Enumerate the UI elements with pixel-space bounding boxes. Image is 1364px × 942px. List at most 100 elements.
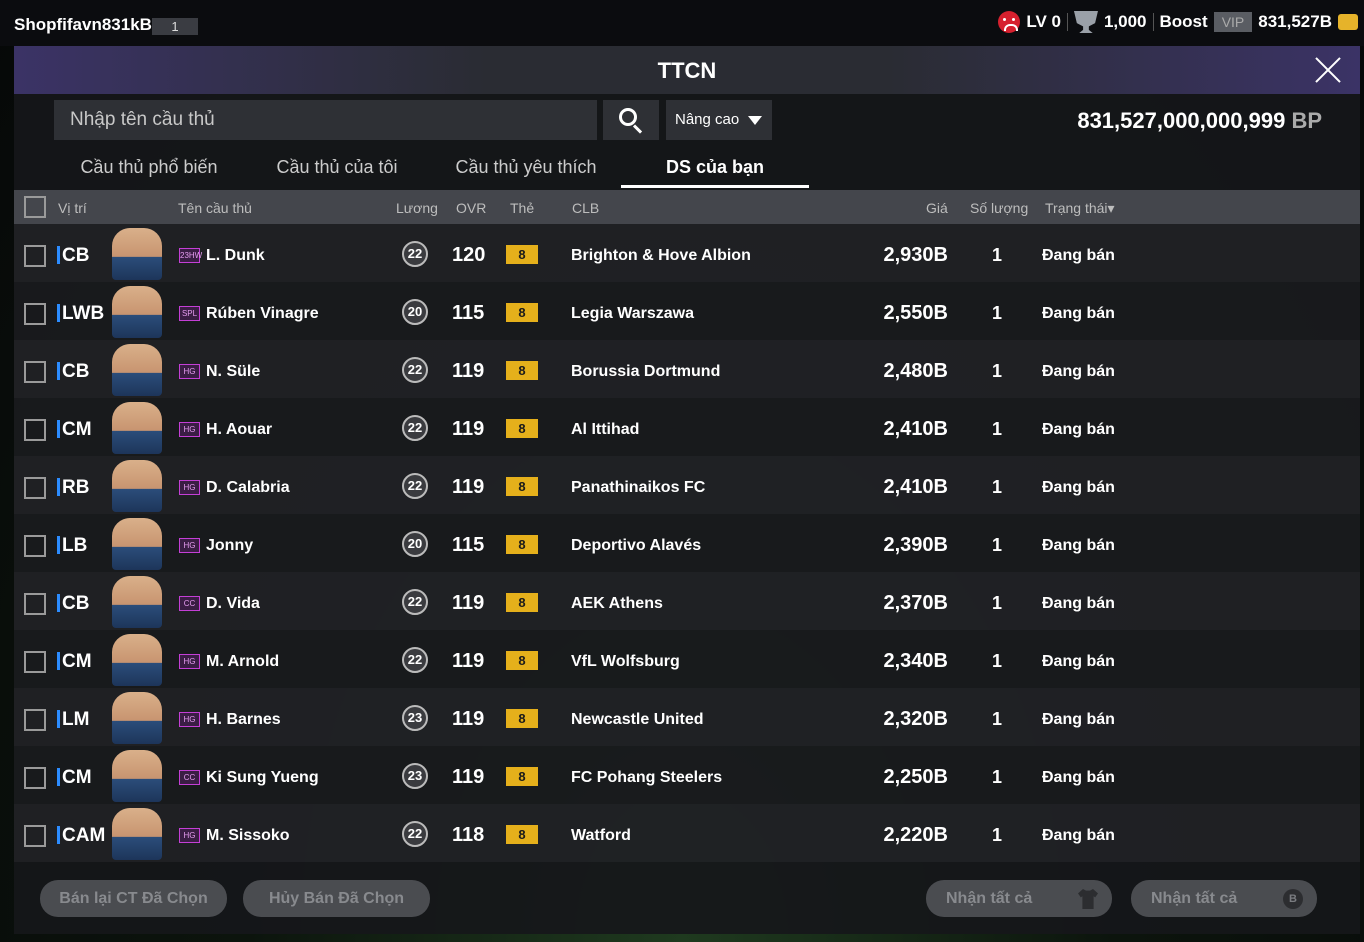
- player-club: FC Pohang Steelers: [571, 769, 723, 786]
- player-name: Rúben Vinagre: [206, 305, 319, 322]
- advanced-filter-label: Nâng cao: [675, 111, 740, 128]
- season-badge: HG: [179, 422, 200, 437]
- column-name[interactable]: Tên cầu thủ: [178, 200, 252, 216]
- player-name: Jonny: [206, 537, 254, 554]
- coin-balance: 831,527B: [1258, 12, 1332, 31]
- claim-all-players-button[interactable]: Nhận tất cả: [926, 880, 1112, 917]
- select-all-checkbox[interactable]: [24, 196, 46, 218]
- claim-all-bp-button[interactable]: Nhận tất cả B: [1131, 880, 1317, 917]
- season-badge: SPL: [179, 306, 200, 321]
- player-price: 2,930B: [883, 244, 949, 266]
- bp-balance: 831,527,000,000,999 BP: [1077, 108, 1322, 133]
- position-accent: [57, 420, 60, 438]
- player-position: LM: [62, 709, 90, 730]
- column-ovr[interactable]: OVR: [456, 200, 486, 216]
- table-row[interactable]: CB 23HW L. Dunk 22 120 8 Brighton & Hove…: [14, 224, 1360, 282]
- top-bar: Shopfifavn831kBP 1 LV 0 1,000 Boost VIP …: [0, 0, 1364, 46]
- player-price: 2,220B: [883, 824, 949, 846]
- sale-status: Đang bán: [1042, 247, 1115, 264]
- table-row[interactable]: CB CC D. Vida 22 119 8 AEK Athens 2,370B…: [14, 572, 1360, 630]
- column-club[interactable]: CLB: [572, 200, 599, 216]
- player-avatar: [112, 576, 162, 628]
- level-label: LV 0: [1026, 12, 1061, 31]
- cup-icon: [1073, 11, 1098, 33]
- row-checkbox[interactable]: [24, 477, 46, 499]
- player-ovr: 119: [452, 360, 485, 382]
- tab-my-players[interactable]: Cầu thủ của tôi: [244, 146, 430, 188]
- table-row[interactable]: LWB SPL Rúben Vinagre 20 115 8 Legia War…: [14, 282, 1360, 340]
- search-button[interactable]: [603, 100, 659, 140]
- cup-value: 1,000: [1103, 12, 1147, 31]
- advanced-filter-dropdown[interactable]: Nâng cao: [666, 100, 772, 140]
- row-checkbox[interactable]: [24, 593, 46, 615]
- boost-label[interactable]: Boost: [1160, 12, 1208, 32]
- season-badge: HG: [179, 480, 200, 495]
- column-position[interactable]: Vị trí: [58, 200, 87, 216]
- player-ovr: 119: [452, 650, 485, 672]
- table-row[interactable]: LM HG H. Barnes 23 119 8 Newcastle Unite…: [14, 688, 1360, 746]
- row-checkbox[interactable]: [24, 303, 46, 325]
- sale-status: Đang bán: [1042, 827, 1115, 844]
- table-row[interactable]: CB HG N. Süle 22 119 8 Borussia Dortmund…: [14, 340, 1360, 398]
- player-position: CM: [62, 651, 92, 672]
- column-status[interactable]: Trạng thái▾: [1045, 200, 1115, 217]
- card-level-badge: 8: [506, 419, 538, 438]
- column-card[interactable]: Thẻ: [510, 200, 534, 216]
- row-checkbox[interactable]: [24, 709, 46, 731]
- player-avatar: [112, 634, 162, 686]
- player-club: AEK Athens: [571, 595, 663, 612]
- card-level-badge: 8: [506, 245, 538, 264]
- row-checkbox[interactable]: [24, 535, 46, 557]
- player-club: Borussia Dortmund: [571, 363, 721, 380]
- sale-status: Đang bán: [1042, 421, 1115, 438]
- table-row[interactable]: RB HG D. Calabria 22 119 8 Panathinaikos…: [14, 456, 1360, 514]
- position-accent: [57, 826, 60, 844]
- player-quantity: 1: [992, 709, 1003, 729]
- row-checkbox[interactable]: [24, 825, 46, 847]
- row-checkbox[interactable]: [24, 651, 46, 673]
- row-checkbox[interactable]: [24, 767, 46, 789]
- row-checkbox[interactable]: [24, 361, 46, 383]
- column-quantity[interactable]: Số lượng: [970, 200, 1028, 216]
- table-row[interactable]: CM CC Ki Sung Yueng 23 119 8 FC Pohang S…: [14, 746, 1360, 804]
- player-name: N. Süle: [206, 363, 261, 380]
- sale-status: Đang bán: [1042, 537, 1115, 554]
- season-badge: HG: [179, 364, 200, 379]
- card-level-badge: 8: [506, 651, 538, 670]
- player-ovr: 119: [452, 708, 485, 730]
- player-club: Watford: [571, 827, 631, 844]
- vip-badge[interactable]: VIP: [1213, 12, 1253, 32]
- player-position: CM: [62, 419, 92, 440]
- transfer-market-panel: TTCN Nâng cao 831,527,000,000,999 BP Cầu…: [14, 46, 1360, 934]
- tab-popular-players[interactable]: Cầu thủ phổ biến: [54, 146, 244, 188]
- row-checkbox[interactable]: [24, 419, 46, 441]
- resell-selected-button[interactable]: Bán lại CT Đã Chọn: [40, 880, 227, 917]
- tab-favorite-players[interactable]: Cầu thủ yêu thích: [430, 146, 622, 188]
- position-accent: [57, 246, 60, 264]
- shirt-icon: [1078, 889, 1098, 909]
- player-name: D. Vida: [206, 595, 260, 612]
- column-price[interactable]: Giá: [926, 200, 948, 216]
- column-salary[interactable]: Lương: [396, 200, 438, 216]
- season-badge: HG: [179, 654, 200, 669]
- salary-badge: 22: [402, 357, 428, 383]
- tab-your-list[interactable]: DS của bạn: [621, 146, 809, 188]
- player-quantity: 1: [992, 419, 1003, 439]
- player-name: Ki Sung Yueng: [206, 769, 319, 786]
- player-price: 2,320B: [883, 708, 949, 730]
- card-level-badge: 8: [506, 477, 538, 496]
- sale-status: Đang bán: [1042, 305, 1115, 322]
- player-quantity: 1: [992, 535, 1003, 555]
- table-row[interactable]: CAM HG M. Sissoko 22 118 8 Watford 2,220…: [14, 804, 1360, 862]
- salary-badge: 20: [402, 299, 428, 325]
- table-row[interactable]: CM HG M. Arnold 22 119 8 VfL Wolfsburg 2…: [14, 630, 1360, 688]
- search-input[interactable]: [54, 100, 597, 140]
- close-icon[interactable]: [1314, 56, 1342, 84]
- cancel-sale-selected-button[interactable]: Hủy Bán Đã Chọn: [243, 880, 430, 917]
- user-level-badge: 1: [152, 18, 198, 35]
- table-row[interactable]: CM HG H. Aouar 22 119 8 Al Ittihad 2,410…: [14, 398, 1360, 456]
- bp-coin-icon: B: [1283, 889, 1303, 909]
- table-row[interactable]: LB HG Jonny 20 115 8 Deportivo Alavés 2,…: [14, 514, 1360, 572]
- player-quantity: 1: [992, 767, 1003, 787]
- row-checkbox[interactable]: [24, 245, 46, 267]
